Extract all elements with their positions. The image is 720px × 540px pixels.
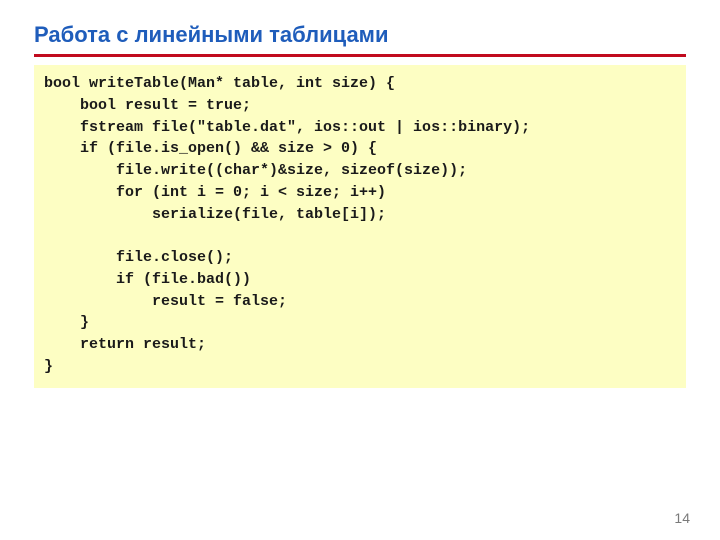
code-block: bool writeTable(Man* table, int size) { … (34, 65, 686, 388)
slide: Работа с линейными таблицами bool writeT… (0, 0, 720, 540)
title-rule (34, 54, 686, 57)
page-title: Работа с линейными таблицами (34, 22, 686, 48)
page-number: 14 (674, 510, 690, 526)
